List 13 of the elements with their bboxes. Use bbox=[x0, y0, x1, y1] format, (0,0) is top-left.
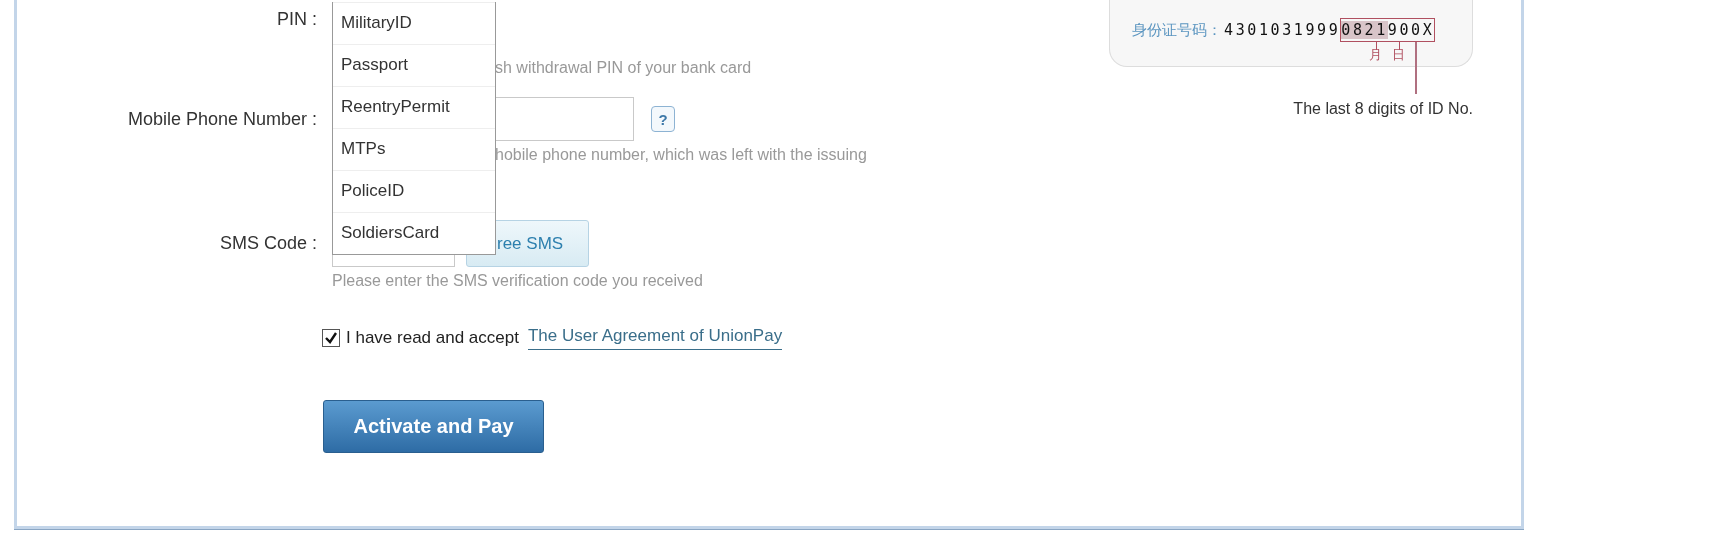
agreement-text: I have read and accept bbox=[346, 328, 519, 348]
field-label: PIN : bbox=[276, 8, 317, 30]
highlighted-digits: 0821900X bbox=[1340, 18, 1436, 42]
field-hint: sh withdrawal PIN of your bank card bbox=[495, 59, 752, 76]
field-hint: Please enter the SMS verification code you received bbox=[332, 272, 703, 289]
caption: The last 8 digits of ID No. bbox=[1293, 100, 1473, 118]
id-number: 4301031999 bbox=[1224, 21, 1341, 39]
month-label: 月 bbox=[1369, 46, 1382, 64]
field-hint: hobile phone number, which was left with the issuing bbox=[495, 146, 867, 163]
day-label: 日 bbox=[1392, 46, 1405, 64]
field-label: Mobile Phone Number : bbox=[126, 108, 317, 130]
id-label: 身份证号码： bbox=[1132, 20, 1222, 40]
field-label: SMS Code : bbox=[218, 233, 317, 254]
